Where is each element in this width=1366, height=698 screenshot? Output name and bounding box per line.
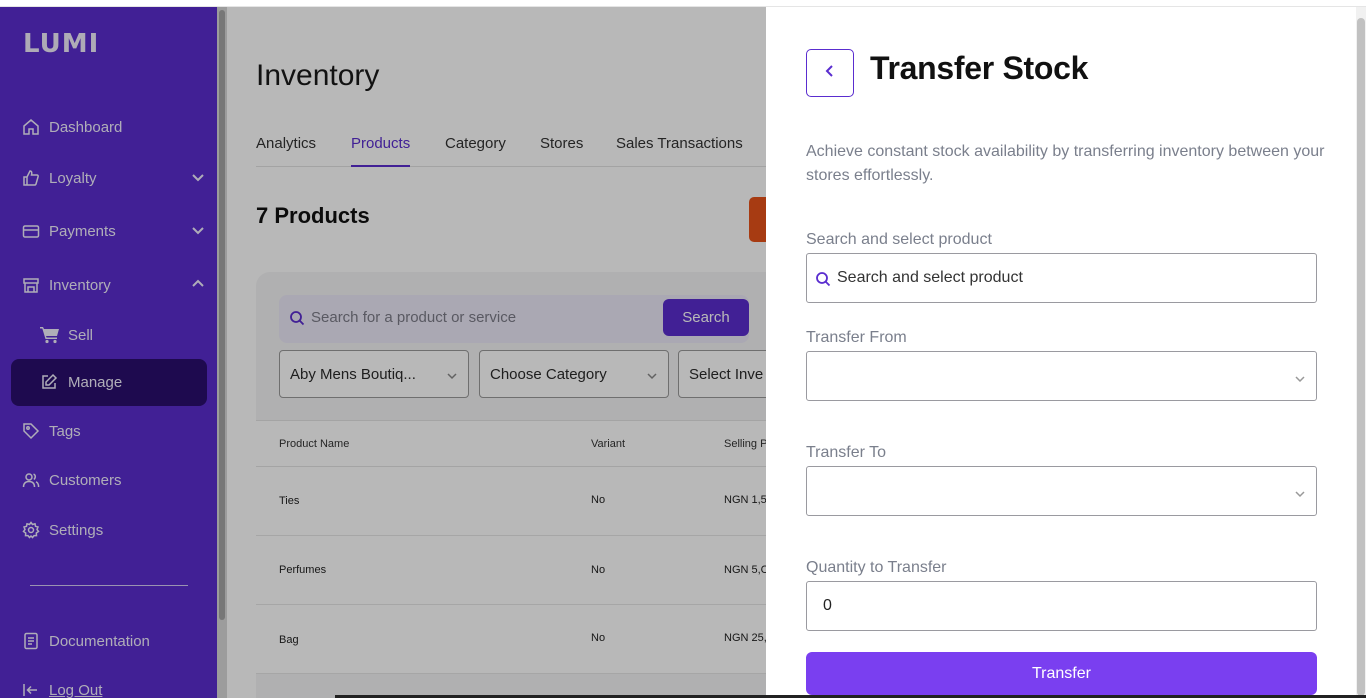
back-button[interactable] xyxy=(806,49,854,97)
transfer-from-select[interactable] xyxy=(806,351,1317,401)
browser-top-edge xyxy=(0,0,1366,7)
product-search-placeholder: Search and select product xyxy=(837,269,1023,286)
quantity-input[interactable]: 0 xyxy=(806,581,1317,631)
search-icon xyxy=(815,271,831,292)
chevron-left-icon xyxy=(822,63,838,84)
transfer-from-label: Transfer From xyxy=(806,329,907,346)
transfer-to-select[interactable] xyxy=(806,466,1317,516)
transfer-button[interactable]: Transfer xyxy=(806,652,1317,695)
quantity-label: Quantity to Transfer xyxy=(806,559,947,576)
panel-scrollbar-thumb[interactable] xyxy=(1357,18,1365,696)
panel-description: Achieve constant stock availability by t… xyxy=(806,143,1325,184)
product-field-label: Search and select product xyxy=(806,231,992,248)
chevron-down-icon xyxy=(1294,487,1306,505)
panel-title: Transfer Stock xyxy=(870,50,1089,86)
modal-backdrop[interactable] xyxy=(0,7,766,698)
chevron-down-icon xyxy=(1294,372,1306,390)
transfer-to-label: Transfer To xyxy=(806,444,887,461)
quantity-value: 0 xyxy=(823,597,832,614)
product-search-field[interactable]: Search and select product xyxy=(806,253,1317,303)
